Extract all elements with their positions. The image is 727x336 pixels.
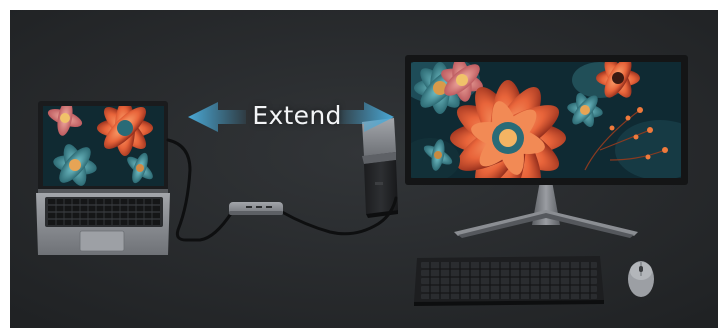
mini-pc [362,118,398,218]
keyboard [414,256,604,306]
monitor-screen [411,62,681,178]
laptop [36,101,170,255]
usb-hub [229,202,283,215]
mouse [628,261,654,297]
scene-illustration [10,10,718,328]
laptop-screen [43,106,164,186]
extend-label: Extend [252,101,342,130]
product-scene: Extend [0,0,727,336]
